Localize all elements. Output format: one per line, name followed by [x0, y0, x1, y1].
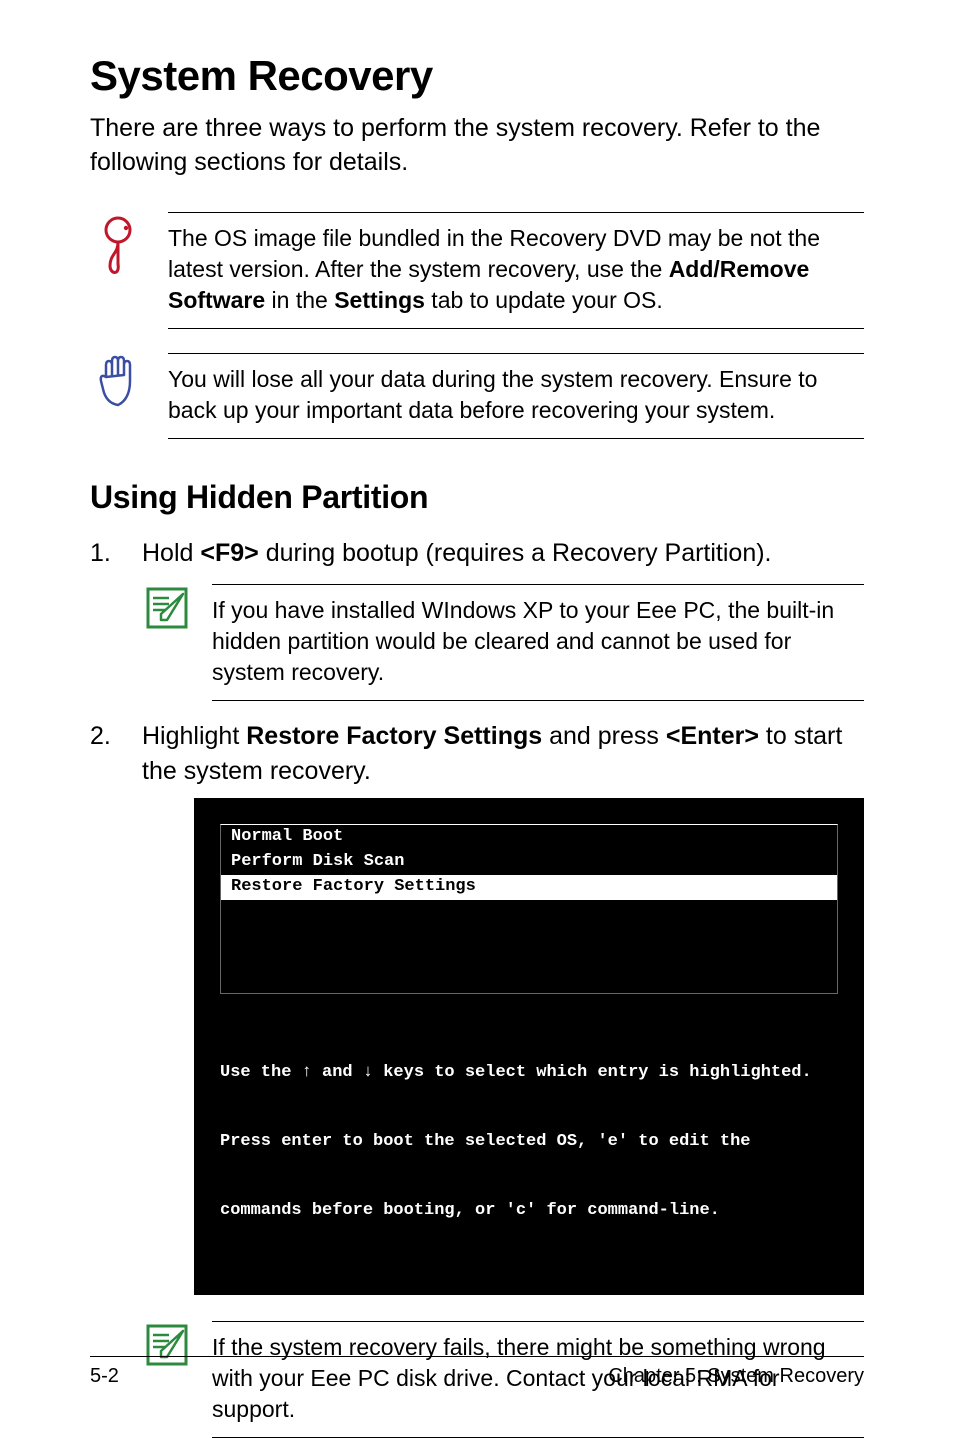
warning-hand-icon: [95, 355, 141, 409]
page-title: System Recovery: [90, 52, 864, 100]
text-fragment: in the: [265, 287, 334, 313]
terminal-screenshot: Normal Boot Perform Disk Scan Restore Fa…: [194, 798, 864, 1294]
text-fragment: during bootup (requires a Recovery Parti…: [259, 539, 772, 567]
callout-warning: You will lose all your data during the s…: [90, 343, 864, 453]
page-footer: 5-2 Chapter 5: System Recovery: [90, 1356, 864, 1388]
chapter-label: Chapter 5: System Recovery: [608, 1365, 864, 1388]
section-heading: Using Hidden Partition: [90, 479, 864, 516]
callout-info-1: The OS image file bundled in the Recover…: [90, 202, 864, 343]
terminal-row: Perform Disk Scan: [221, 850, 837, 875]
step-2: Highlight Restore Factory Settings and p…: [90, 719, 864, 1437]
bold-fragment: Settings: [334, 287, 425, 313]
terminal-hint-line: Press enter to boot the selected OS, 'e'…: [220, 1131, 838, 1154]
text-fragment: Hold: [142, 539, 200, 567]
callout-note-1: If you have installed WIndows XP to your…: [142, 584, 864, 701]
note-icon: [145, 586, 189, 630]
intro-paragraph: There are three ways to perform the syst…: [90, 112, 864, 180]
step-1: Hold <F9> during bootup (requires a Reco…: [90, 536, 864, 702]
terminal-row: Normal Boot: [221, 825, 837, 850]
text-fragment: Highlight: [142, 722, 246, 750]
callout-info-1-text: The OS image file bundled in the Recover…: [168, 212, 864, 329]
page-number: 5-2: [90, 1365, 119, 1388]
text-fragment: tab to update your OS.: [425, 287, 663, 313]
terminal-hint-line: Use the ↑ and ↓ keys to select which ent…: [220, 1062, 838, 1085]
terminal-hint-line: commands before booting, or 'c' for comm…: [220, 1200, 838, 1223]
terminal-hint: Use the ↑ and ↓ keys to select which ent…: [220, 1016, 838, 1268]
bold-fragment: <F9>: [200, 539, 258, 567]
bold-fragment: Restore Factory Settings: [246, 722, 542, 750]
terminal-menu: Normal Boot Perform Disk Scan Restore Fa…: [220, 824, 838, 994]
callout-warning-text: You will lose all your data during the s…: [168, 353, 864, 439]
text-fragment: and press: [542, 722, 666, 750]
tip-icon: [98, 214, 138, 278]
terminal-row-selected: Restore Factory Settings: [221, 875, 837, 900]
callout-note-1-text: If you have installed WIndows XP to your…: [212, 584, 864, 701]
bold-fragment: <Enter>: [666, 722, 759, 750]
